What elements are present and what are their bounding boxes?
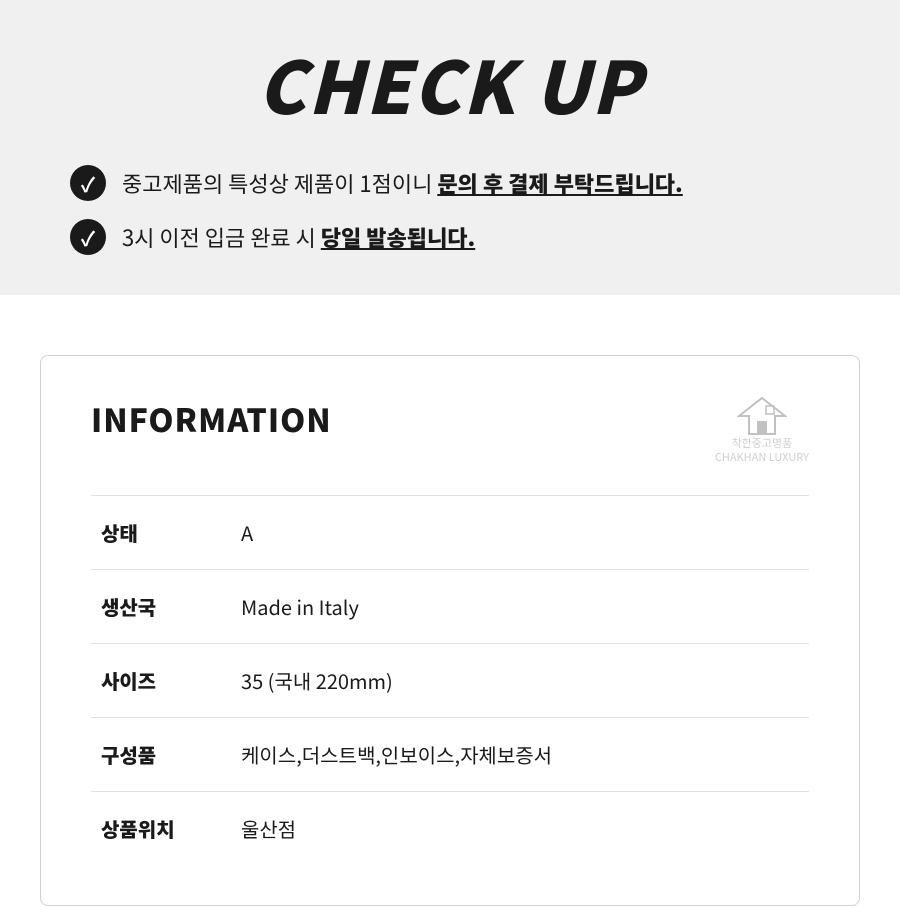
info-label-4: 상품위치: [91, 791, 211, 865]
spacer: [0, 295, 900, 355]
brand-logo: 착한중고명품 CHAKHAN LUXURY: [715, 396, 809, 465]
info-value-4: 울산점: [211, 791, 809, 865]
info-value-3: 케이스,더스트백,인보이스,자체보증서: [211, 717, 809, 791]
info-table: 상태A생산국Made in Italy사이즈35 (국내 220mm)구성품케이…: [91, 495, 809, 865]
info-header: INFORMATION 착한중고명품 CHAKHAN LUXURY: [91, 396, 809, 465]
info-table-row: 사이즈35 (국내 220mm): [91, 643, 809, 717]
info-value-0: A: [211, 495, 809, 569]
brand-logo-text-line2: CHAKHAN LUXURY: [715, 450, 809, 464]
main-title: CHECK UP: [60, 30, 840, 135]
check-text-1: 중고제품의 특성상 제품이 1점이니 문의 후 결제 부탁드립니다.: [122, 168, 683, 199]
info-value-2: 35 (국내 220mm): [211, 643, 809, 717]
info-label-2: 사이즈: [91, 643, 211, 717]
information-section: INFORMATION 착한중고명품 CHAKHAN LUXURY 상태A생산국…: [40, 355, 860, 906]
info-table-row: 상태A: [91, 495, 809, 569]
info-label-1: 생산국: [91, 569, 211, 643]
info-table-row: 생산국Made in Italy: [91, 569, 809, 643]
check-icon-2: [70, 219, 106, 255]
check-text-1-before: 중고제품의 특성상 제품이 1점이니: [122, 167, 437, 199]
brand-logo-text-line1: 착한중고명품: [732, 436, 793, 450]
header-section: CHECK UP 중고제품의 특성상 제품이 1점이니 문의 후 결제 부탁드립…: [0, 0, 900, 295]
check-text-2: 3시 이전 입금 완료 시 당일 발송됩니다.: [122, 222, 475, 253]
check-item-2: 3시 이전 입금 완료 시 당일 발송됩니다.: [70, 219, 830, 255]
check-text-2-before: 3시 이전 입금 완료 시: [122, 221, 321, 253]
info-section-title: INFORMATION: [91, 396, 332, 442]
info-label-0: 상태: [91, 495, 211, 569]
check-icon-1: [70, 165, 106, 201]
check-items-list: 중고제품의 특성상 제품이 1점이니 문의 후 결제 부탁드립니다. 3시 이전…: [60, 165, 840, 255]
info-value-1: Made in Italy: [211, 569, 809, 643]
info-table-row: 상품위치울산점: [91, 791, 809, 865]
check-text-2-bold: 당일 발송됩니다.: [321, 221, 475, 253]
check-item-1: 중고제품의 특성상 제품이 1점이니 문의 후 결제 부탁드립니다.: [70, 165, 830, 201]
info-label-3: 구성품: [91, 717, 211, 791]
info-table-row: 구성품케이스,더스트백,인보이스,자체보증서: [91, 717, 809, 791]
brand-logo-svg-icon: [737, 396, 787, 436]
check-text-1-bold: 문의 후 결제 부탁드립니다.: [437, 167, 682, 199]
